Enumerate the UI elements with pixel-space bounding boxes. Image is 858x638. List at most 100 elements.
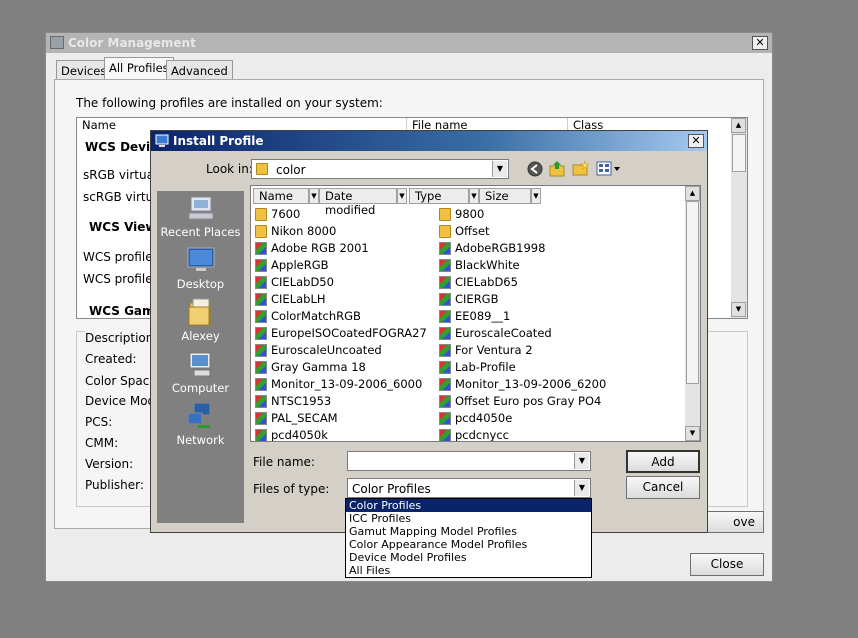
place-network[interactable]: Network <box>157 401 244 447</box>
file-item[interactable]: CIERGB <box>437 291 677 308</box>
file-item[interactable]: pcd4050e <box>437 410 677 427</box>
close-button[interactable]: Close <box>690 553 764 576</box>
color-profile-icon <box>439 361 451 374</box>
file-item-name: EuroscaleUncoated <box>271 343 382 357</box>
add-button[interactable]: Add <box>626 450 700 473</box>
file-name-input[interactable]: ▼ <box>347 451 591 471</box>
close-icon[interactable]: ✕ <box>688 134 704 148</box>
dialog-title: Install Profile <box>173 134 264 148</box>
file-list-scrollbar[interactable]: ▲ ▼ <box>685 186 700 441</box>
files-of-type-select[interactable]: Color Profiles ▼ <box>347 478 591 498</box>
color-profile-icon <box>439 344 451 357</box>
type-option[interactable]: Color Profiles <box>346 499 591 512</box>
created-label: Created: <box>85 352 137 366</box>
list-item[interactable]: sRGB virtual <box>83 168 157 182</box>
view-menu-icon[interactable] <box>596 161 622 177</box>
file-item[interactable]: ColorMatchRGB <box>253 308 433 325</box>
scroll-down-icon[interactable]: ▼ <box>731 302 746 317</box>
intro-text: The following profiles are installed on … <box>76 96 383 110</box>
place-label: Computer <box>171 381 230 395</box>
file-item[interactable]: PAL_SECAM <box>253 410 433 427</box>
network-icon <box>187 402 210 428</box>
file-item[interactable]: 7600 <box>253 206 433 223</box>
scroll-thumb[interactable] <box>686 201 699 384</box>
list-item[interactable]: WCS profile <box>83 272 153 286</box>
tab-all-profiles[interactable]: All Profiles <box>104 57 174 80</box>
type-option[interactable]: Device Model Profiles <box>346 551 591 564</box>
chevron-down-icon[interactable]: ▼ <box>531 188 541 204</box>
type-option[interactable]: All Files <box>346 564 591 577</box>
file-item[interactable]: CIELabD50 <box>253 274 433 291</box>
chevron-down-icon[interactable]: ▼ <box>574 453 589 469</box>
file-item[interactable]: Gray Gamma 18 <box>253 359 433 376</box>
files-of-type-dropdown[interactable]: Color Profiles ICC Profiles Gamut Mappin… <box>345 498 592 578</box>
file-item[interactable]: Adobe RGB 2001 <box>253 240 433 257</box>
file-item[interactable]: Monitor_13-09-2006_6200 <box>437 376 677 393</box>
file-item[interactable]: For Ventura 2 <box>437 342 677 359</box>
color-management-icon <box>50 36 64 49</box>
color-profile-icon <box>439 242 451 255</box>
scroll-thumb[interactable] <box>732 134 746 172</box>
column-header-size[interactable]: Size <box>479 188 531 204</box>
file-item[interactable]: NTSC1953 <box>253 393 433 410</box>
chevron-down-icon[interactable]: ▼ <box>574 480 589 496</box>
desktop-icon <box>187 247 214 271</box>
list-item[interactable]: scRGB virtua <box>83 190 161 204</box>
user-folder-icon <box>188 298 210 326</box>
file-item[interactable]: EuroscaleCoated <box>437 325 677 342</box>
file-item[interactable]: EuropeISOCoatedFOGRA27 <box>253 325 433 342</box>
chevron-down-icon[interactable]: ▼ <box>492 161 507 177</box>
column-header-date-modified[interactable]: Date modified <box>319 188 397 217</box>
color-profile-icon <box>255 412 267 425</box>
chevron-down-icon[interactable]: ▼ <box>309 188 319 204</box>
column-header-name[interactable]: Name <box>253 188 309 204</box>
file-item[interactable]: EE089__1 <box>437 308 677 325</box>
type-option[interactable]: Color Appearance Model Profiles <box>346 538 591 551</box>
place-alexey[interactable]: Alexey <box>157 297 244 343</box>
scroll-up-icon[interactable]: ▲ <box>731 118 746 133</box>
look-in-combo[interactable]: color ▼ <box>251 159 509 179</box>
file-item[interactable]: Nikon 8000 <box>253 223 433 240</box>
new-folder-icon[interactable] <box>572 160 590 177</box>
place-desktop[interactable]: Desktop <box>157 245 244 291</box>
file-list[interactable]: Name ▼ Date modified ▼ Type ▼ Size ▼ 760… <box>250 185 701 442</box>
file-item[interactable]: CIELabLH <box>253 291 433 308</box>
file-item[interactable]: AppleRGB <box>253 257 433 274</box>
recent-places-icon <box>188 196 213 220</box>
cancel-button[interactable]: Cancel <box>626 476 700 499</box>
file-item[interactable]: pcd4050k <box>253 427 433 441</box>
file-item[interactable]: EuroscaleUncoated <box>253 342 433 359</box>
file-item[interactable]: 9800 <box>437 206 677 223</box>
file-item[interactable]: Offset Euro pos Gray PO4 <box>437 393 677 410</box>
folder-icon <box>255 208 267 221</box>
type-option[interactable]: Gamut Mapping Model Profiles <box>346 525 591 538</box>
file-item[interactable]: AdobeRGB1998 <box>437 240 677 257</box>
file-item-name: ColorMatchRGB <box>271 309 361 323</box>
place-recent-places[interactable]: Recent Places <box>157 193 244 239</box>
file-item[interactable]: Lab-Profile <box>437 359 677 376</box>
file-item[interactable]: BlackWhite <box>437 257 677 274</box>
file-item-name: AdobeRGB1998 <box>455 241 546 255</box>
chevron-down-icon[interactable]: ▼ <box>397 188 407 204</box>
color-profile-icon <box>255 429 267 441</box>
back-icon[interactable] <box>527 161 543 177</box>
scroll-down-icon[interactable]: ▼ <box>685 426 700 441</box>
up-folder-icon[interactable] <box>549 160 567 177</box>
chevron-down-icon[interactable]: ▼ <box>469 188 479 204</box>
file-item[interactable]: Monitor_13-09-2006_6000 <box>253 376 433 393</box>
column-header-type[interactable]: Type <box>409 188 469 204</box>
file-item[interactable]: pcdcnycc <box>437 427 677 441</box>
close-icon[interactable]: ✕ <box>752 36 768 50</box>
list-item[interactable]: WCS profile <box>83 250 153 264</box>
place-computer[interactable]: Computer <box>157 349 244 395</box>
file-item-name: NTSC1953 <box>271 394 332 408</box>
tab-advanced[interactable]: Advanced <box>166 60 233 79</box>
file-item-name: EE089__1 <box>455 309 511 323</box>
file-item[interactable]: Offset <box>437 223 677 240</box>
files-of-type-value: Color Profiles <box>352 482 431 496</box>
type-option[interactable]: ICC Profiles <box>346 512 591 525</box>
scroll-up-icon[interactable]: ▲ <box>685 186 700 201</box>
list-scrollbar[interactable]: ▲ ▼ <box>731 118 747 318</box>
file-item[interactable]: CIELabD65 <box>437 274 677 291</box>
cmm-label: CMM: <box>85 436 119 450</box>
